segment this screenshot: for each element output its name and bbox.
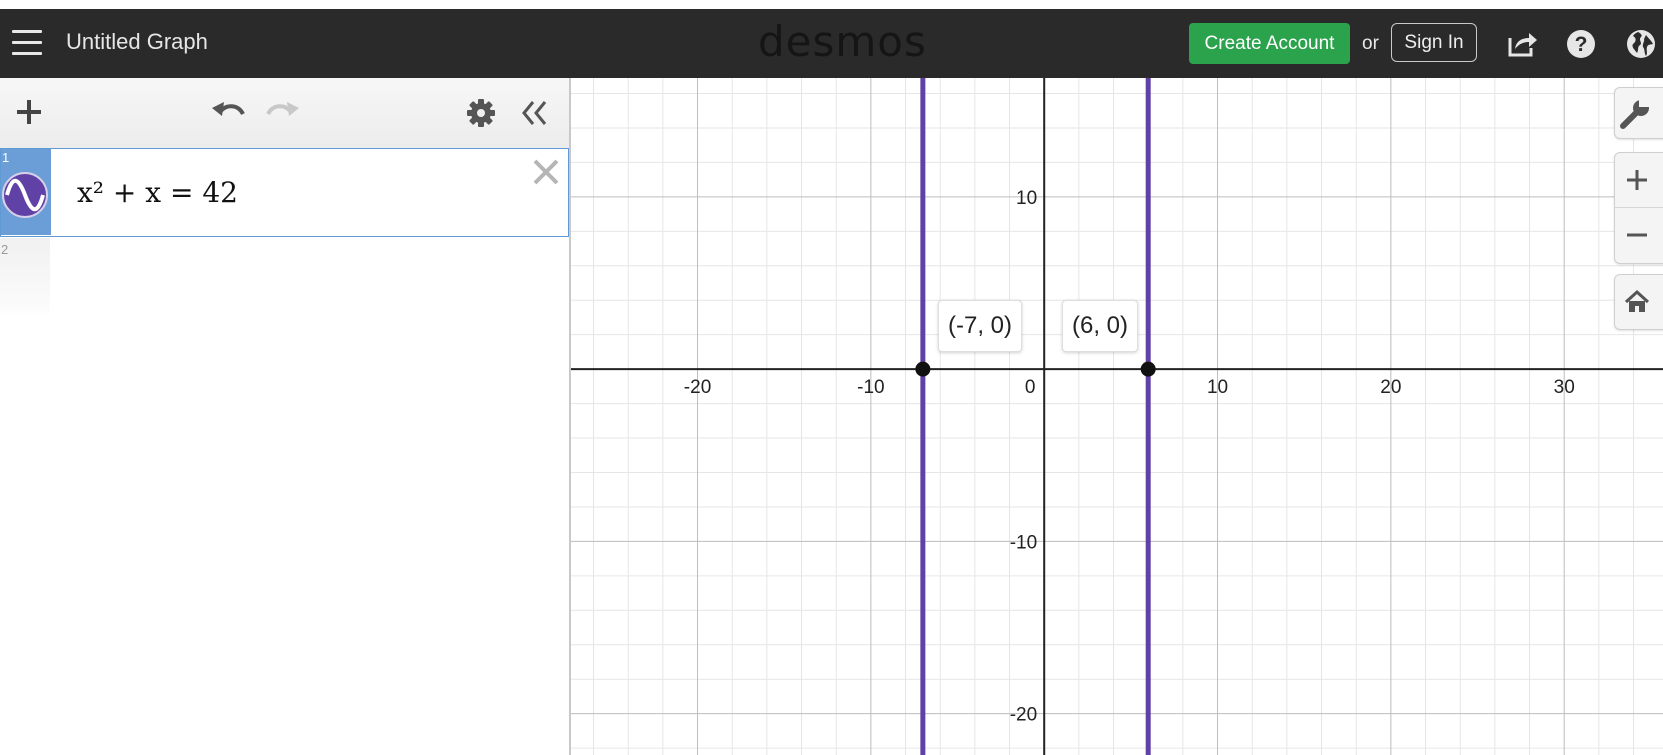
- expression-tab: 1: [1, 149, 51, 235]
- graph-canvas[interactable]: -20 -10 0 10 20 30 10 -10 -20: [571, 78, 1663, 755]
- zoom-in-icon[interactable]: [1615, 153, 1663, 208]
- expression-index: 2: [1, 242, 9, 257]
- gear-icon[interactable]: [465, 97, 497, 129]
- zoom-controls: [1614, 152, 1663, 264]
- expression-input[interactable]: x² + x = 42: [77, 176, 238, 209]
- plus-icon[interactable]: [14, 97, 44, 127]
- y-tick-label: 10: [1016, 188, 1037, 209]
- graph-style-icon[interactable]: [2, 172, 48, 218]
- expression-row[interactable]: 1 x² + x = 42: [0, 148, 569, 237]
- point-label[interactable]: (6, 0): [1062, 300, 1139, 352]
- expression-panel: 1 x² + x = 42 2: [0, 78, 571, 755]
- graph-paper[interactable]: -20 -10 0 10 20 30 10 -10 -20: [571, 78, 1663, 755]
- expression-toolbar: [0, 78, 569, 149]
- wrench-icon[interactable]: [1614, 87, 1663, 139]
- help-icon[interactable]: ?: [1564, 27, 1598, 61]
- y-tick-label: -20: [1010, 705, 1037, 726]
- zoom-out-icon[interactable]: [1615, 208, 1663, 262]
- solution-point: [915, 361, 931, 377]
- y-tick-label: -10: [1010, 532, 1037, 553]
- expression-input-empty[interactable]: [50, 238, 569, 318]
- window-top-strip: [0, 0, 1663, 9]
- or-text: or: [1362, 33, 1379, 54]
- graph-title[interactable]: Untitled Graph: [66, 29, 208, 55]
- svg-text:?: ?: [1575, 33, 1588, 56]
- undo-icon[interactable]: [210, 98, 246, 128]
- home-icon[interactable]: [1614, 274, 1663, 330]
- share-icon[interactable]: [1505, 27, 1539, 61]
- double-chevron-left-icon[interactable]: [519, 97, 551, 129]
- x-tick-label: 10: [1207, 377, 1228, 398]
- desmos-logo: desmos: [758, 17, 927, 66]
- x-tick-label: 20: [1380, 377, 1401, 398]
- redo-icon[interactable]: [265, 98, 301, 128]
- x-tick-label: -20: [684, 377, 711, 398]
- globe-icon[interactable]: [1624, 27, 1658, 61]
- point-label[interactable]: (-7, 0): [938, 300, 1023, 352]
- expression-row-empty[interactable]: 2: [0, 238, 569, 318]
- x-tick-label: 0: [1025, 377, 1036, 398]
- expression-tab: 2: [0, 238, 50, 318]
- expression-index: 1: [2, 150, 10, 165]
- x-tick-label: 30: [1554, 377, 1575, 398]
- solution-point: [1140, 361, 1156, 377]
- close-icon[interactable]: [530, 156, 562, 188]
- x-tick-label: -10: [857, 377, 884, 398]
- sign-in-button[interactable]: Sign In: [1391, 23, 1477, 62]
- create-account-button[interactable]: Create Account: [1189, 23, 1350, 64]
- top-header-bar: Untitled Graph desmos Create Account or …: [0, 9, 1663, 78]
- menu-icon[interactable]: [12, 30, 42, 56]
